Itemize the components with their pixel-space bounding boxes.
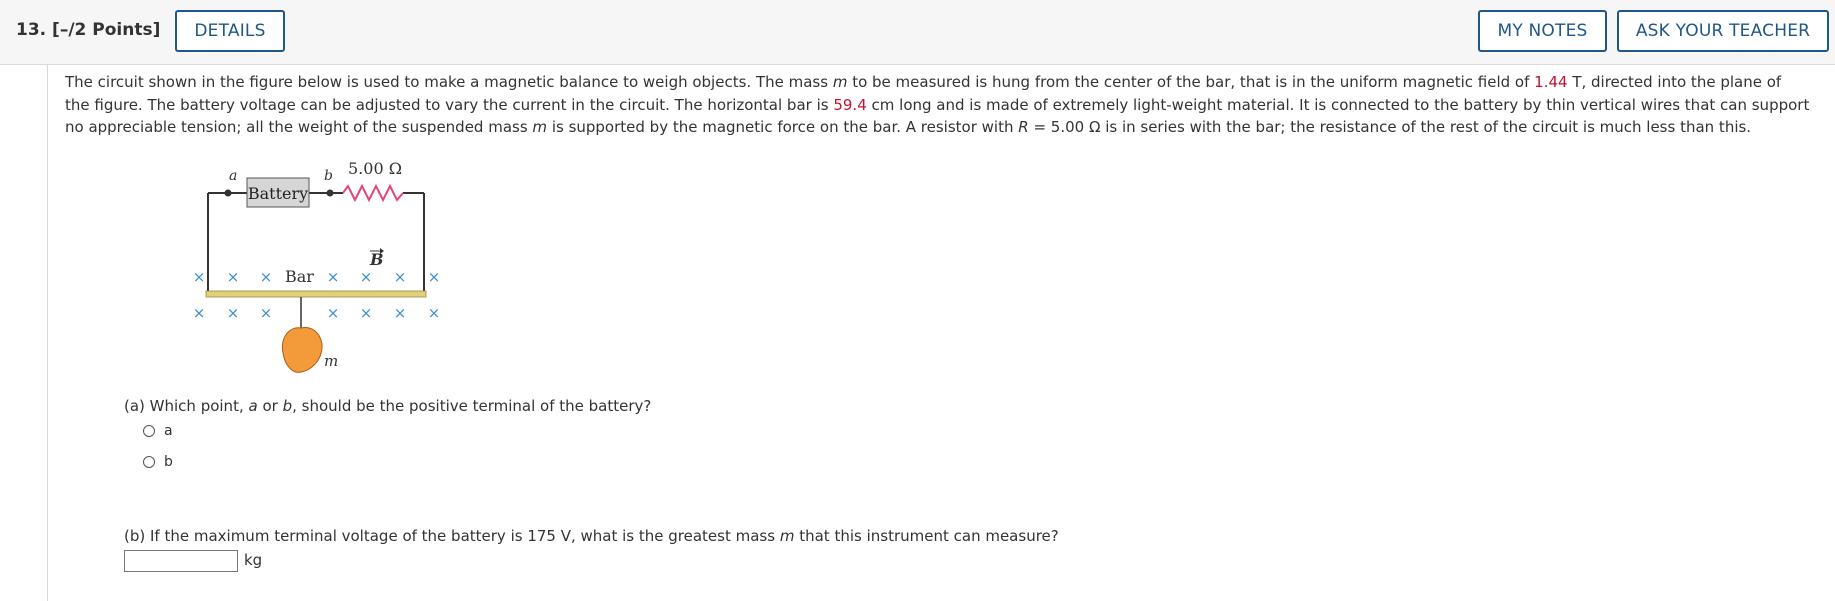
mass-answer-input[interactable] [124,550,238,572]
question-header: 13. [–/2 Points] DETAILS MY NOTES ASK YO… [0,0,1835,65]
part-a-question: (a) Which point, a or b, should be the p… [124,397,651,415]
field-x-mark: × [227,304,240,322]
problem-text: to be measured is hung from the center o… [847,73,1535,91]
field-x-mark: × [260,304,273,322]
field-x-mark: × [193,268,206,286]
ask-your-teacher-button[interactable]: ASK YOUR TEACHER [1617,10,1829,52]
field-x-mark: × [428,268,441,286]
mass-icon [281,327,323,373]
bar-length-value: 59.4 [833,95,867,114]
resistor-icon [342,183,404,203]
field-x-mark: × [327,304,340,322]
option-b-label: b [164,454,173,470]
circuit-diagram: Battery a b 5.00 Ω B Bar × × × × × × × ×… [193,159,441,373]
var-b: b [282,397,293,415]
question-number: 13. [16,20,47,40]
problem-text: is supported by the magnetic force on th… [547,118,1019,136]
field-x-mark: × [193,304,206,322]
part-b-text: that this instrument can measure? [794,527,1059,545]
field-x-mark: × [360,304,373,322]
field-x-mark: × [360,268,373,286]
option-b[interactable]: b [143,454,173,470]
part-b-text: (b) If the maximum terminal voltage of t… [124,527,780,545]
question-points: [–/2 Points] [52,20,161,40]
part-a-text: (a) Which point, [124,397,249,415]
bar-label: Bar [285,267,314,286]
field-x-mark: × [394,304,407,322]
field-x-mark: × [260,268,273,286]
terminal-a-dot [224,189,232,197]
battery-label: Battery [248,184,308,203]
problem-statement: The circuit shown in the figure below is… [65,71,1810,139]
part-a-text: , should be the positive terminal of the… [292,397,652,415]
unit-label: kg [244,551,263,569]
details-button[interactable]: DETAILS [175,10,285,52]
content-divider [47,65,48,601]
field-x-mark: × [227,268,240,286]
option-a-label: a [164,423,173,439]
field-x-mark: × [394,268,407,286]
problem-text: The circuit shown in the figure below is… [65,73,833,91]
var-m: m [832,73,848,91]
terminal-b-dot [326,189,334,197]
var-r: R [1018,118,1029,136]
resistor-label: 5.00 Ω [348,159,402,178]
part-b-question: (b) If the maximum terminal voltage of t… [124,527,1059,545]
radio-a[interactable] [143,425,155,437]
bar-icon [205,290,427,298]
problem-text: = 5.00 Ω is in series with the bar; the … [1028,118,1752,136]
label-b: b [324,168,333,184]
field-value: 1.44 [1534,73,1568,91]
field-x-mark: × [327,268,340,286]
var-a: a [248,397,258,415]
circuit-figure: Battery a b 5.00 Ω B Bar × × × × × × × ×… [185,158,465,384]
mass-label: m [324,352,338,370]
var-m: m [779,527,795,545]
var-m: m [532,118,548,136]
part-a-text: or [257,397,283,415]
field-x-mark: × [428,304,441,322]
question-number-points: 13. [–/2 Points] [16,20,160,40]
my-notes-button[interactable]: MY NOTES [1478,10,1607,52]
radio-b[interactable] [143,456,155,468]
label-a: a [229,168,237,184]
option-a[interactable]: a [143,423,173,439]
field-label: B [369,250,384,269]
